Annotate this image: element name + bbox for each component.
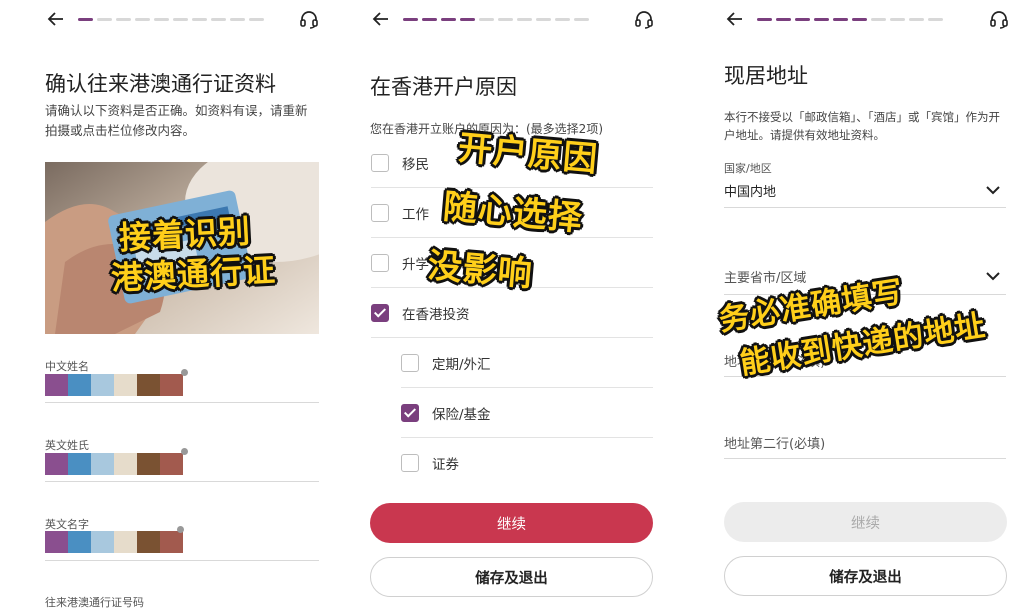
- progress-step: [211, 18, 226, 21]
- progress-step: [555, 18, 570, 21]
- progress-step: [154, 18, 169, 21]
- progress-step: [498, 18, 513, 21]
- headset-icon[interactable]: [298, 8, 320, 30]
- back-arrow-icon[interactable]: [370, 8, 392, 30]
- field-divider: [45, 481, 319, 482]
- suboption-insurance-fund[interactable]: 保险/基金: [401, 388, 653, 438]
- progress-step: [460, 18, 475, 21]
- field-divider: [724, 458, 1006, 459]
- masked-value-chinese-name[interactable]: [45, 374, 183, 396]
- progress-step: [852, 18, 867, 21]
- checkbox[interactable]: [371, 204, 389, 222]
- back-arrow-icon[interactable]: [724, 8, 746, 30]
- chevron-down-icon[interactable]: [986, 271, 1000, 281]
- progress-step: [97, 18, 112, 21]
- progress-step: [928, 18, 943, 21]
- progress-step: [776, 18, 791, 21]
- progress-step: [78, 18, 93, 21]
- page-title: 确认往来港澳通行证资料: [45, 72, 276, 96]
- option-label: 证券: [432, 457, 459, 473]
- progress-step: [422, 18, 437, 21]
- progress-step: [192, 18, 207, 21]
- progress-step: [479, 18, 494, 21]
- progress-step: [116, 18, 131, 21]
- save-exit-button[interactable]: 储存及退出: [370, 557, 653, 597]
- option-label: 定期/外汇: [432, 357, 491, 373]
- field-divider: [45, 402, 319, 403]
- option-label: 升学: [402, 257, 429, 273]
- top-bar: [0, 8, 340, 32]
- masked-value-english-given-name[interactable]: [45, 531, 183, 553]
- headset-icon[interactable]: [633, 8, 655, 30]
- progress-step: [909, 18, 924, 21]
- field-label-permit-number: 往来港澳通行证号码: [45, 596, 144, 609]
- field-label-chinese-name: 中文姓名: [45, 360, 89, 373]
- checkbox[interactable]: [371, 254, 389, 272]
- progress-step: [173, 18, 188, 21]
- save-exit-button[interactable]: 储存及退出: [724, 556, 1007, 596]
- country-select-value[interactable]: 中国内地: [724, 181, 776, 200]
- province-select[interactable]: 主要省市/区域: [724, 267, 806, 286]
- page-title: 现居地址: [724, 64, 808, 88]
- progress-step: [517, 18, 532, 21]
- overlay-caption: 接着识别 港澳通行证: [110, 210, 277, 298]
- progress-bar: [78, 18, 264, 21]
- headset-icon[interactable]: [988, 8, 1010, 30]
- clear-icon[interactable]: [177, 526, 184, 533]
- overlay-caption: 开户原因 随心选择 没影响: [426, 118, 600, 310]
- field-label-english-given-name: 英文名字: [45, 518, 89, 531]
- screen-confirm-permit: 确认往来港澳通行证资料 请确认以下资料是否正确。如资料有误，请重新拍摄或点击栏位…: [0, 0, 340, 611]
- progress-step: [403, 18, 418, 21]
- checkbox[interactable]: [401, 454, 419, 472]
- page-title: 在香港开户原因: [370, 75, 517, 99]
- checkbox-checked[interactable]: [401, 404, 419, 422]
- option-label: 在香港投资: [402, 307, 470, 323]
- clear-icon[interactable]: [181, 448, 188, 455]
- suboption-securities[interactable]: 证券: [401, 438, 653, 488]
- field-label-country: 国家/地区: [724, 162, 772, 175]
- field-label-english-surname: 英文姓氏: [45, 439, 89, 452]
- address-line2-input[interactable]: 地址第二行(必填): [724, 433, 825, 452]
- page-description: 本行不接受以「邮政信箱」、「酒店」或「宾馆」作为开户地址。请提供有效地址资料。: [724, 110, 1000, 142]
- top-bar: [688, 8, 1024, 32]
- progress-step: [230, 18, 245, 21]
- option-label: 工作: [402, 207, 429, 223]
- progress-step: [135, 18, 150, 21]
- chevron-down-icon[interactable]: [986, 185, 1000, 195]
- clear-icon[interactable]: [181, 369, 188, 376]
- progress-step: [574, 18, 589, 21]
- progress-step: [441, 18, 456, 21]
- page-description: 请确认以下资料是否正确。如资料有误，请重新拍摄或点击栏位修改内容。: [45, 103, 308, 138]
- checkbox-checked[interactable]: [371, 304, 389, 322]
- checkbox[interactable]: [401, 354, 419, 372]
- field-divider: [45, 560, 319, 561]
- continue-button[interactable]: 继续: [370, 503, 653, 543]
- masked-value-english-surname[interactable]: [45, 453, 183, 475]
- top-bar: [343, 8, 683, 32]
- progress-bar: [757, 18, 943, 21]
- progress-step: [890, 18, 905, 21]
- option-label: 保险/基金: [432, 407, 491, 423]
- screen-account-reason: 在香港开户原因 您在香港开立账户的原因为：(最多选择2项) 移民 工作 升学 在…: [343, 0, 683, 611]
- continue-button-disabled[interactable]: 继续: [724, 502, 1007, 542]
- progress-step: [757, 18, 772, 21]
- progress-step: [795, 18, 810, 21]
- progress-bar: [403, 18, 589, 21]
- progress-step: [871, 18, 886, 21]
- progress-step: [536, 18, 551, 21]
- progress-step: [814, 18, 829, 21]
- checkbox[interactable]: [371, 154, 389, 172]
- option-label: 移民: [402, 157, 429, 173]
- suboption-deposit-fx[interactable]: 定期/外汇: [401, 338, 653, 388]
- progress-step: [833, 18, 848, 21]
- screen-residential-address: 现居地址 本行不接受以「邮政信箱」、「酒店」或「宾馆」作为开户地址。请提供有效地…: [688, 0, 1024, 611]
- back-arrow-icon[interactable]: [45, 8, 67, 30]
- progress-step: [249, 18, 264, 21]
- field-divider: [724, 207, 1006, 208]
